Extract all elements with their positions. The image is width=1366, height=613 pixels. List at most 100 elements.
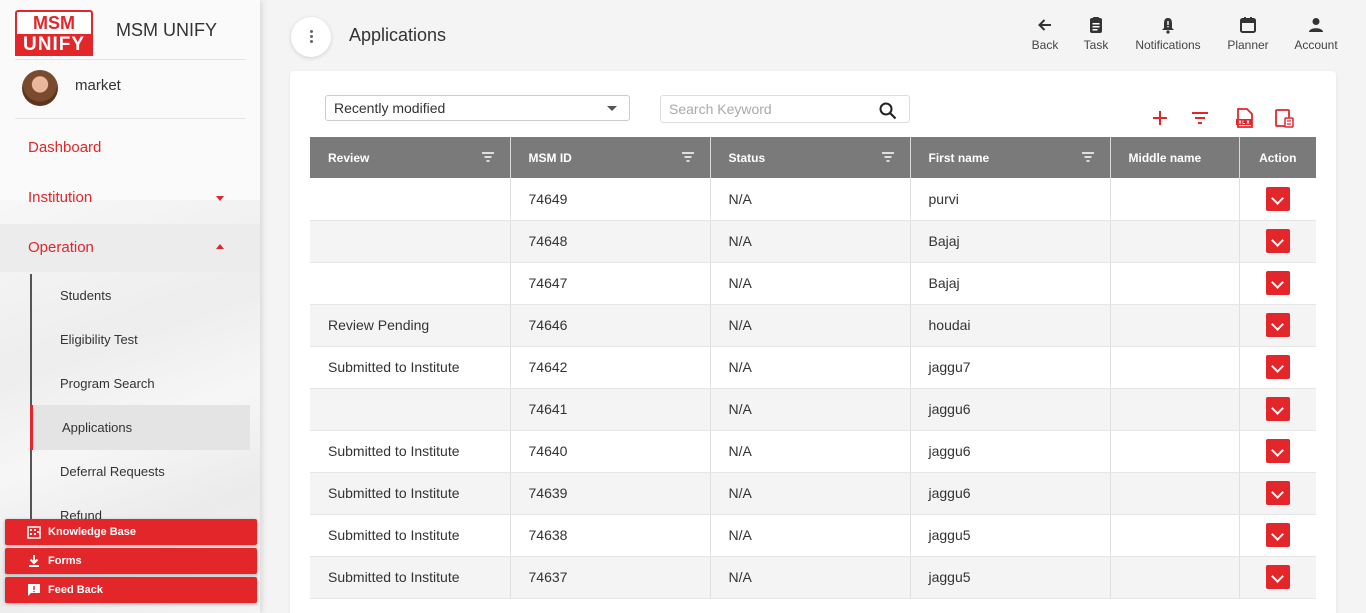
column-header-first-name[interactable]: First name bbox=[910, 137, 1111, 178]
cell-msm-id: 74637 bbox=[510, 556, 711, 599]
search-icon[interactable] bbox=[879, 102, 897, 120]
row-action-dropdown-button[interactable] bbox=[1265, 565, 1290, 589]
cell-middle-name bbox=[1110, 472, 1240, 515]
row-action-dropdown-button[interactable] bbox=[1265, 313, 1290, 337]
column-header-label: Status bbox=[728, 150, 766, 165]
feedback-icon bbox=[28, 584, 40, 596]
forms-button[interactable]: Forms bbox=[5, 548, 257, 574]
nav-institution[interactable]: Institution bbox=[0, 174, 260, 222]
column-header-status[interactable]: Status bbox=[710, 137, 911, 178]
table-row[interactable]: 74649 N/A purvi bbox=[310, 178, 1316, 221]
cell-first-name: jaggu6 bbox=[910, 388, 1111, 431]
filter-icon[interactable] bbox=[481, 152, 494, 162]
row-action-dropdown-button[interactable] bbox=[1265, 523, 1290, 547]
more-menu-button[interactable] bbox=[291, 17, 331, 57]
row-action-dropdown-button[interactable] bbox=[1265, 186, 1290, 211]
task-button[interactable]: Task bbox=[1081, 16, 1111, 52]
cell-first-name: jaggu5 bbox=[910, 514, 1111, 557]
table-row[interactable]: Review Pending 74646 N/A houdai bbox=[310, 304, 1316, 347]
filter-icon[interactable] bbox=[881, 152, 894, 162]
cell-action bbox=[1239, 556, 1316, 599]
cell-status: N/A bbox=[710, 178, 911, 221]
column-header-middle-name[interactable]: Middle name bbox=[1110, 137, 1240, 178]
cell-middle-name bbox=[1110, 514, 1240, 557]
table-row[interactable]: 74641 N/A jaggu6 bbox=[310, 388, 1316, 431]
cell-msm-id: 74641 bbox=[510, 388, 711, 431]
bell-icon bbox=[1162, 18, 1174, 34]
sidebar-item-applications[interactable]: Applications bbox=[62, 420, 132, 435]
filter-icon[interactable] bbox=[1081, 152, 1094, 162]
cell-action bbox=[1239, 178, 1316, 221]
account-label: Account bbox=[1294, 38, 1338, 52]
feedback-button[interactable]: Feed Back bbox=[5, 577, 257, 603]
row-action-dropdown-button[interactable] bbox=[1265, 397, 1290, 421]
column-settings-icon[interactable] bbox=[1273, 107, 1295, 129]
sidebar-item-deferral-requests[interactable]: Deferral Requests bbox=[60, 464, 165, 479]
sidebar: MSM UNIFY MSM UNIFY market Dashboard Ins… bbox=[0, 0, 260, 613]
column-header-review[interactable]: Review bbox=[310, 137, 511, 178]
cell-action bbox=[1239, 262, 1316, 305]
cell-review bbox=[310, 388, 511, 431]
sort-select[interactable]: Recently modified bbox=[325, 95, 630, 121]
add-icon[interactable] bbox=[1149, 107, 1171, 129]
notifications-button[interactable]: Notifications bbox=[1132, 16, 1204, 52]
row-action-dropdown-button[interactable] bbox=[1265, 229, 1290, 253]
top-bar: Applications Back Task Notifications Pla… bbox=[260, 0, 1366, 70]
cell-first-name: Bajaj bbox=[910, 220, 1111, 263]
table-row[interactable]: Submitted to Institute 74642 N/A jaggu7 bbox=[310, 346, 1316, 389]
cell-status: N/A bbox=[710, 304, 911, 347]
export-excel-icon[interactable] bbox=[1234, 107, 1256, 129]
cell-review bbox=[310, 178, 511, 221]
account-button[interactable]: Account bbox=[1292, 16, 1340, 52]
table-row[interactable]: Submitted to Institute 74637 N/A jaggu5 bbox=[310, 556, 1316, 599]
dropdown-arrow-icon bbox=[607, 106, 617, 111]
row-action-dropdown-button[interactable] bbox=[1265, 439, 1290, 463]
sidebar-item-eligibility-test[interactable]: Eligibility Test bbox=[60, 332, 138, 347]
task-label: Task bbox=[1083, 38, 1109, 52]
cell-action bbox=[1239, 220, 1316, 263]
msm-unify-logo[interactable]: MSM UNIFY bbox=[15, 10, 93, 56]
cell-first-name: jaggu5 bbox=[910, 556, 1111, 599]
knowledge-base-button[interactable]: Knowledge Base bbox=[5, 519, 257, 545]
notifications-label: Notifications bbox=[1135, 38, 1201, 52]
row-action-dropdown-button[interactable] bbox=[1265, 355, 1290, 379]
column-header-label: Review bbox=[328, 150, 370, 165]
search-input[interactable] bbox=[661, 96, 861, 122]
column-header-msm-id[interactable]: MSM ID bbox=[510, 137, 711, 178]
column-header-label: First name bbox=[928, 150, 990, 165]
nav-operation[interactable]: Operation bbox=[0, 224, 260, 272]
feedback-label: Feed Back bbox=[48, 584, 104, 596]
cell-msm-id: 74646 bbox=[510, 304, 711, 347]
cell-status: N/A bbox=[710, 346, 911, 389]
download-icon bbox=[29, 555, 39, 567]
sidebar-item-students[interactable]: Students bbox=[60, 288, 111, 303]
cell-review: Submitted to Institute bbox=[310, 346, 511, 389]
sidebar-item-program-search[interactable]: Program Search bbox=[60, 376, 155, 391]
row-action-dropdown-button[interactable] bbox=[1265, 271, 1290, 295]
calendar-icon bbox=[1240, 17, 1256, 33]
table-row[interactable]: Submitted to Institute 74639 N/A jaggu6 bbox=[310, 472, 1316, 515]
back-arrow-icon bbox=[1038, 19, 1051, 31]
nav-operation-label: Operation bbox=[28, 239, 94, 256]
row-action-dropdown-button[interactable] bbox=[1265, 481, 1290, 505]
chevron-up-icon bbox=[216, 244, 224, 249]
table-row[interactable]: 74648 N/A Bajaj bbox=[310, 220, 1316, 263]
dot bbox=[310, 30, 313, 33]
table-body: 74649 N/A purvi 74648 N/A Bajaj 74647 N/A Bajaj R… bbox=[310, 178, 1316, 599]
cell-action bbox=[1239, 430, 1316, 473]
nav-dashboard[interactable]: Dashboard bbox=[0, 124, 260, 172]
table-row[interactable]: Submitted to Institute 74638 N/A jaggu5 bbox=[310, 514, 1316, 557]
knowledge-base-label: Knowledge Base bbox=[48, 526, 137, 538]
table-row[interactable]: Submitted to Institute 74640 N/A jaggu6 bbox=[310, 430, 1316, 473]
cell-msm-id: 74639 bbox=[510, 472, 711, 515]
filter-icon[interactable] bbox=[1189, 107, 1211, 129]
filter-icon[interactable] bbox=[681, 152, 694, 162]
cell-middle-name bbox=[1110, 304, 1240, 347]
back-button[interactable]: Back bbox=[1030, 16, 1060, 52]
planner-button[interactable]: Planner bbox=[1225, 16, 1271, 52]
dot bbox=[310, 40, 313, 43]
cell-review: Submitted to Institute bbox=[310, 430, 511, 473]
cell-status: N/A bbox=[710, 556, 911, 599]
table-row[interactable]: 74647 N/A Bajaj bbox=[310, 262, 1316, 305]
cell-review: Submitted to Institute bbox=[310, 514, 511, 557]
